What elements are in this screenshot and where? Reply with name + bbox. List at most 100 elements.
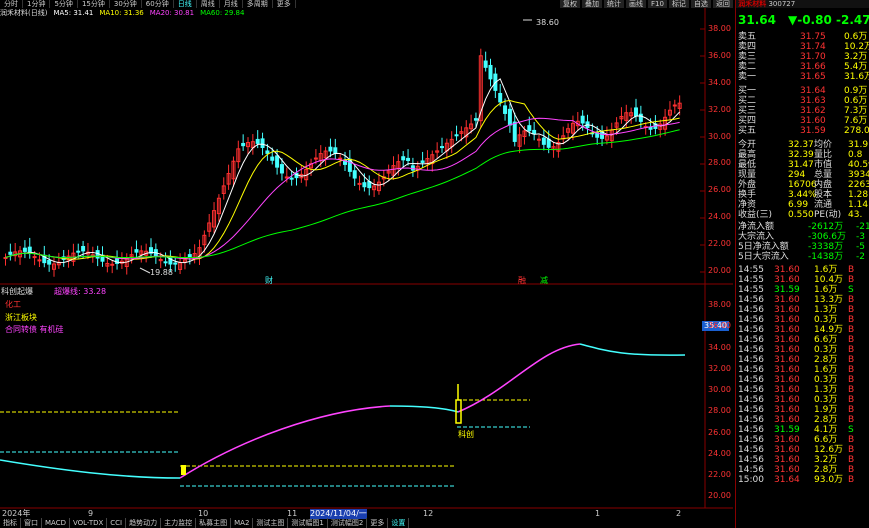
tab-6[interactable]: 主力监控	[161, 518, 197, 528]
candle-body-7	[37, 259, 42, 262]
bid-row-1: 买二 31.63 0.6万	[736, 96, 869, 106]
tick-vol-12: 1.3万	[814, 385, 838, 395]
tick-row-19: 14:56 31.60 3.2万 B	[736, 455, 869, 465]
tab-9[interactable]: 测试主图	[253, 518, 289, 528]
tool-button-0[interactable]: 复权	[560, 0, 580, 8]
period-9[interactable]: 多周期	[243, 0, 273, 8]
stat-v1-4: 16706	[788, 180, 817, 190]
tick-price-8: 31.60	[774, 345, 800, 355]
tick-price-13: 31.60	[774, 395, 800, 405]
tick-vol-18: 12.6万	[814, 445, 844, 455]
bid-label-3: 买四	[738, 116, 757, 126]
bid-row-2: 买三 31.62 7.3万	[736, 106, 869, 116]
tab-5[interactable]: 趋势动力	[126, 518, 162, 528]
flow-row-1: 大宗流入 -306.6万 -3	[736, 232, 869, 242]
candle-body-35	[173, 262, 178, 265]
tool-button-7[interactable]: 返回	[712, 0, 733, 8]
period-2[interactable]: 5分钟	[50, 0, 78, 8]
event-jian[interactable]: 减	[540, 276, 548, 286]
tool-button-4[interactable]: F10	[648, 0, 667, 8]
tick-price-12: 31.60	[774, 385, 800, 395]
period-1[interactable]: 1分钟	[23, 0, 51, 8]
stat-v2-5: 1.28	[848, 190, 869, 200]
quote-code: 300727	[768, 0, 796, 8]
flow-label-0: 净流入额	[738, 222, 775, 232]
candle-body-57	[279, 164, 284, 174]
period-3[interactable]: 15分钟	[78, 0, 110, 8]
bid-label-0: 买一	[738, 86, 757, 96]
period-5[interactable]: 60分钟	[142, 0, 174, 8]
tick-row-11: 14:56 31.60 0.3万 B	[736, 375, 869, 385]
flow-val2-3: -2	[856, 252, 865, 262]
sub-axis-9: 20.00	[708, 491, 731, 500]
tick-vol-7: 6.6万	[814, 335, 838, 345]
price-axis-7: 34.00	[708, 78, 731, 87]
tab-3[interactable]: VOL-TDX	[70, 518, 108, 528]
period-6[interactable]: 日线	[174, 0, 197, 8]
ma60-label: MA60: 29.84	[200, 9, 245, 17]
tick-time-19: 14:56	[738, 455, 764, 465]
tool-button-6[interactable]: 自选	[690, 0, 711, 8]
tab-8[interactable]: MA2	[231, 518, 254, 528]
flow-val-3: -1438万	[808, 252, 844, 262]
tick-row-6: 14:56 31.60 14.9万 B	[736, 325, 869, 335]
tab-10[interactable]: 测试幅图1	[288, 518, 328, 528]
period-7[interactable]: 周线	[197, 0, 220, 8]
kline-chart[interactable]	[0, 0, 733, 528]
sub-axis-4: 30.00	[708, 385, 731, 394]
ask-label-0: 卖五	[738, 32, 757, 42]
last-price: 31.64	[738, 13, 776, 27]
indicator-tabs: 指标 窗口 MACD VOL-TDX CCI 趋势动力 主力监控 私募主图 MA2 测试主图 测试幅…	[0, 518, 733, 528]
tab-11[interactable]: 测试幅图2	[328, 518, 368, 528]
quote-header: 31.64 ▼-0.80 -2.47%	[736, 10, 869, 30]
tick-side-18: B	[848, 445, 855, 455]
tab-7[interactable]: 私募主图	[196, 518, 232, 528]
tick-price-2: 31.59	[774, 285, 800, 295]
stat-k2-7: PE(动)	[814, 210, 842, 220]
tick-price-11: 31.60	[774, 375, 800, 385]
price-axis-1: 20.00	[708, 266, 731, 275]
stat-k1-3: 现量	[738, 170, 757, 180]
tool-button-2[interactable]: 统计	[604, 0, 624, 8]
tick-vol-15: 2.8万	[814, 415, 838, 425]
tab-0[interactable]: 指标	[0, 518, 21, 528]
tick-side-20: B	[848, 465, 855, 475]
period-4[interactable]: 30分钟	[110, 0, 142, 8]
candle-body-103	[503, 105, 508, 114]
tab-1[interactable]: 窗口	[21, 518, 42, 528]
sub-axis-2: 34.00	[708, 343, 731, 352]
tab-13[interactable]: 设置	[388, 518, 410, 528]
tool-button-1[interactable]: 叠加	[582, 0, 602, 8]
stat-k2-1: 量比	[814, 150, 833, 160]
tick-vol-11: 0.3万	[814, 375, 838, 385]
tab-12[interactable]: 更多	[367, 518, 389, 528]
tool-button-3[interactable]: 画线	[626, 0, 646, 8]
event-rong[interactable]: 融	[518, 276, 526, 286]
period-0[interactable]: 分时	[0, 0, 23, 8]
tick-time-1: 14:55	[738, 275, 764, 285]
flow-val-2: -3338万	[808, 242, 844, 252]
candle-body-83	[406, 157, 411, 161]
tick-price-17: 31.60	[774, 435, 800, 445]
tick-row-7: 14:56 31.60 6.6万 B	[736, 335, 869, 345]
stat-row-2: 最低 31.47市值 40.5亿	[736, 160, 869, 170]
tool-button-5[interactable]: 标记	[668, 0, 689, 8]
tick-side-6: B	[848, 325, 855, 335]
tick-row-21: 15:00 31.64 93.0万 B	[736, 475, 869, 485]
flow-label-1: 大宗流入	[738, 232, 775, 242]
stat-v2-3: 3934	[848, 170, 869, 180]
tab-2[interactable]: MACD	[42, 518, 70, 528]
tab-4[interactable]: CCI	[107, 518, 127, 528]
tick-price-19: 31.60	[774, 455, 800, 465]
candle-body-119	[580, 115, 585, 124]
stat-v1-3: 294	[788, 170, 806, 180]
sub-signal-bar-1	[181, 465, 186, 475]
bid-vol-1: 0.6万	[844, 96, 868, 106]
period-10[interactable]: 更多	[273, 0, 296, 8]
event-cai[interactable]: 财	[265, 276, 273, 286]
sub-axis-0: 38.00	[708, 300, 731, 309]
period-8[interactable]: 月线	[220, 0, 243, 8]
ask-label-3: 卖二	[738, 62, 757, 72]
candle-body-130	[634, 107, 638, 117]
tick-row-18: 14:56 31.60 12.6万 B	[736, 445, 869, 455]
